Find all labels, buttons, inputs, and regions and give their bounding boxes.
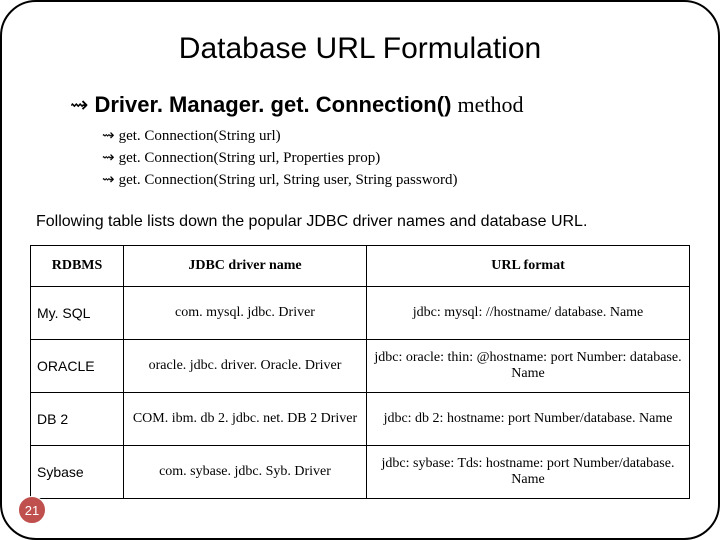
sub-bullet: ⇝get. Connection(String url, Properties … [102, 148, 690, 170]
cell-url: jdbc: oracle: thin: @hostname: port Numb… [367, 340, 690, 393]
cell-url: jdbc: db 2: hostname: port Number/databa… [367, 393, 690, 446]
cell-rdbms: Sybase [31, 446, 124, 499]
cell-rdbms: My. SQL [31, 287, 124, 340]
slide: Database URL Formulation ⇝Driver. Manage… [0, 0, 720, 540]
sub-bullet: ⇝get. Connection(String url) [102, 126, 690, 148]
body-text: Following table lists down the popular J… [36, 213, 684, 231]
sub-bullet-list: ⇝get. Connection(String url) ⇝get. Conne… [102, 126, 690, 191]
cell-rdbms: ORACLE [31, 340, 124, 393]
table-row: Sybase com. sybase. jdbc. Syb. Driver jd… [31, 446, 690, 499]
cell-rdbms: DB 2 [31, 393, 124, 446]
table-header: URL format [367, 246, 690, 287]
arrow-icon: ⇝ [102, 172, 115, 188]
table-header: RDBMS [31, 246, 124, 287]
cell-driver: COM. ibm. db 2. jdbc. net. DB 2 Driver [124, 393, 367, 446]
sub-bullet: ⇝get. Connection(String url, String user… [102, 170, 690, 192]
table-row: My. SQL com. mysql. jdbc. Driver jdbc: m… [31, 287, 690, 340]
driver-table: RDBMS JDBC driver name URL format My. SQ… [30, 245, 690, 499]
main-bullet-rest: method [458, 92, 524, 117]
slide-title: Database URL Formulation [30, 32, 690, 66]
page-number-badge: 21 [18, 496, 46, 524]
cell-driver: com. sybase. jdbc. Syb. Driver [124, 446, 367, 499]
arrow-icon: ⇝ [70, 92, 88, 117]
table-row: ORACLE oracle. jdbc. driver. Oracle. Dri… [31, 340, 690, 393]
main-bullet: ⇝Driver. Manager. get. Connection() meth… [70, 92, 690, 118]
main-bullet-bold: Driver. Manager. get. Connection() [94, 92, 451, 117]
cell-url: jdbc: mysql: //hostname/ database. Name [367, 287, 690, 340]
cell-driver: oracle. jdbc. driver. Oracle. Driver [124, 340, 367, 393]
table-header-row: RDBMS JDBC driver name URL format [31, 246, 690, 287]
sub-bullet-text: get. Connection(String url, String user,… [119, 172, 458, 188]
table-header: JDBC driver name [124, 246, 367, 287]
arrow-icon: ⇝ [102, 128, 115, 144]
sub-bullet-text: get. Connection(String url) [119, 128, 281, 144]
cell-url: jdbc: sybase: Tds: hostname: port Number… [367, 446, 690, 499]
cell-driver: com. mysql. jdbc. Driver [124, 287, 367, 340]
sub-bullet-text: get. Connection(String url, Properties p… [119, 150, 381, 166]
arrow-icon: ⇝ [102, 150, 115, 166]
table-row: DB 2 COM. ibm. db 2. jdbc. net. DB 2 Dri… [31, 393, 690, 446]
